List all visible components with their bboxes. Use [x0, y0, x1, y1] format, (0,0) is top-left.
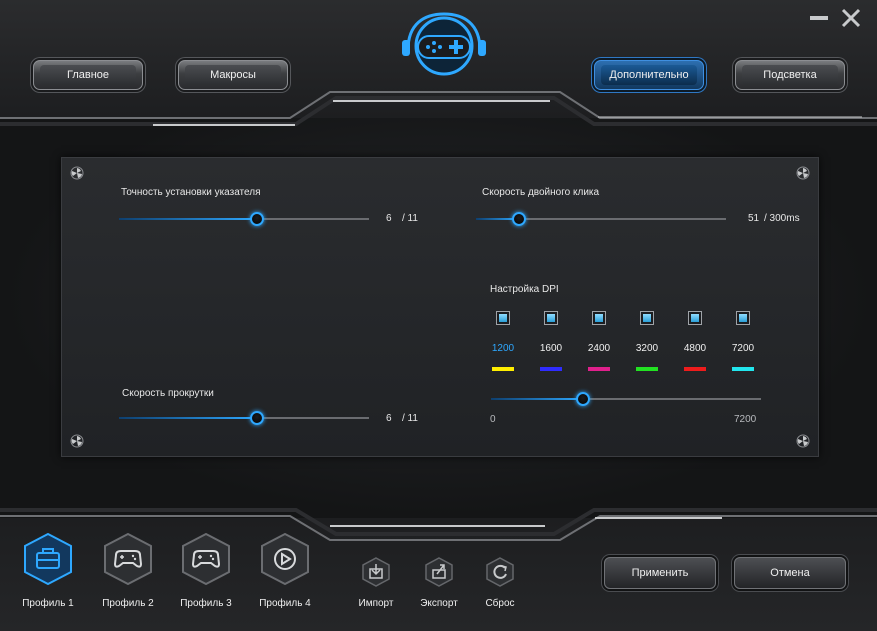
dpi-level-value[interactable]: 7200 [723, 343, 763, 354]
pointer-precision-slider[interactable] [119, 212, 369, 226]
dpi-level-value[interactable]: 1200 [483, 343, 523, 354]
dpi-color-swatch[interactable] [732, 367, 754, 371]
dpi-settings-title: Настройка DPI [490, 284, 559, 295]
pointer-precision-label: Точность установки указателя [121, 187, 261, 198]
tab-main[interactable]: Главное [33, 60, 143, 90]
dpi-color-swatch[interactable] [636, 367, 658, 371]
reset-label: Сброс [485, 598, 515, 609]
profile-label: Профиль 2 [102, 598, 154, 609]
dpi-level-value[interactable]: 2400 [579, 343, 619, 354]
dpi-level-checkbox[interactable] [592, 311, 606, 325]
fan-icon [70, 166, 84, 180]
dpi-level-checkbox[interactable] [640, 311, 654, 325]
tab-macros[interactable]: Макросы [178, 60, 288, 90]
settings-panel: Точность установки указателя 6 / 11 Скор… [61, 157, 819, 457]
import-icon[interactable] [361, 557, 391, 587]
dpi-level-value[interactable]: 3200 [627, 343, 667, 354]
export-icon[interactable] [424, 557, 454, 587]
dpi-min-label: 0 [490, 414, 496, 425]
dpi-color-swatch[interactable] [588, 367, 610, 371]
dpi-color-swatch[interactable] [684, 367, 706, 371]
tab-advanced[interactable]: Дополнительно [594, 60, 704, 90]
profile-label: Профиль 3 [180, 598, 232, 609]
double-click-speed-slider[interactable] [476, 212, 726, 226]
slider-knob[interactable] [250, 411, 264, 425]
apply-button[interactable]: Применить [604, 557, 716, 589]
profile-label: Профиль 1 [22, 598, 74, 609]
scroll-speed-value: 6 [386, 413, 392, 424]
reset-icon[interactable] [485, 557, 515, 587]
tab-advanced-label: Дополнительно [609, 69, 689, 81]
slider-knob[interactable] [576, 392, 590, 406]
cancel-button[interactable]: Отмена [734, 557, 846, 589]
pointer-precision-value: 6 [386, 213, 392, 224]
dpi-slider[interactable] [491, 392, 761, 406]
play-icon[interactable] [259, 533, 311, 585]
dpi-level-checkbox[interactable] [736, 311, 750, 325]
close-icon[interactable] [840, 8, 862, 28]
fan-icon [796, 166, 810, 180]
pointer-precision-max: / 11 [402, 213, 418, 224]
tab-macros-label: Макросы [210, 69, 256, 81]
scroll-speed-label: Скорость прокрутки [122, 388, 214, 399]
scroll-speed-max: / 11 [402, 413, 418, 424]
minimize-icon[interactable] [808, 8, 830, 28]
tab-lighting-label: Подсветка [763, 69, 817, 81]
dpi-level-checkbox[interactable] [544, 311, 558, 325]
dpi-level-value[interactable]: 1600 [531, 343, 571, 354]
tab-lighting[interactable]: Подсветка [735, 60, 845, 90]
gamepad-icon[interactable] [102, 533, 154, 585]
dpi-level-value[interactable]: 4800 [675, 343, 715, 354]
profile-label: Профиль 4 [259, 598, 311, 609]
apply-button-label: Применить [631, 567, 689, 579]
dpi-level-checkbox[interactable] [688, 311, 702, 325]
dpi-level-checkbox[interactable] [496, 311, 510, 325]
scroll-speed-slider[interactable] [119, 411, 369, 425]
import-label: Импорт [358, 598, 394, 609]
tab-main-label: Главное [66, 69, 110, 81]
slider-knob[interactable] [250, 212, 264, 226]
toolbox-icon[interactable] [22, 533, 74, 585]
fan-icon [796, 434, 810, 448]
cancel-button-label: Отмена [770, 567, 810, 579]
fan-icon [70, 434, 84, 448]
dpi-color-swatch[interactable] [540, 367, 562, 371]
dpi-color-swatch[interactable] [492, 367, 514, 371]
export-label: Экспорт [420, 598, 458, 609]
double-click-speed-value: 51 [748, 213, 760, 224]
gamepad-robot-logo-icon [402, 12, 486, 76]
dpi-max-label: 7200 [734, 414, 757, 425]
slider-knob[interactable] [512, 212, 526, 226]
double-click-speed-label: Скорость двойного клика [482, 187, 600, 198]
gamepad-icon[interactable] [180, 533, 232, 585]
double-click-speed-max: / 300ms [764, 213, 800, 224]
